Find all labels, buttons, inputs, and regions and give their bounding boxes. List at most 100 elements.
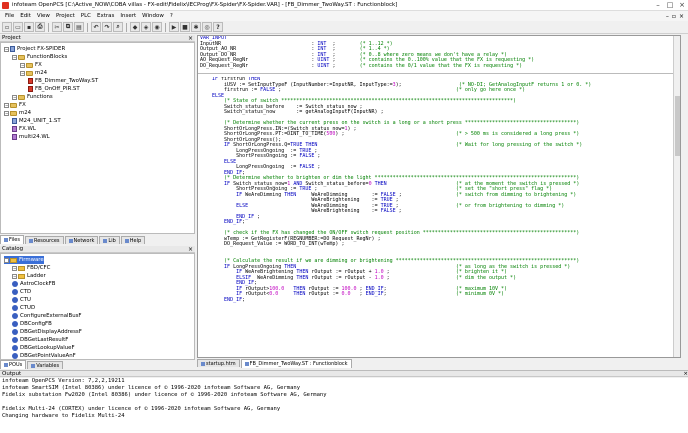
mdi-minimize-icon[interactable]: – [666,13,669,20]
catalog-node[interactable]: − Ladder [12,272,46,280]
catalog-node[interactable]: CTUD [12,304,35,312]
declaration-line: DO_Request_RegNr : UINT ; (* contains th… [200,62,523,69]
code-line: END_IF; [224,296,246,303]
redo-icon[interactable]: ↷ [102,22,112,32]
catalog-node[interactable]: AstroClockFB [12,280,55,288]
expand-toggle-icon[interactable]: − [12,265,17,271]
expand-toggle-icon[interactable]: − [20,70,25,76]
menu-extras[interactable]: Extras [94,13,117,19]
build-icon[interactable]: ◈ [141,22,151,32]
project-node[interactable]: − FX [4,101,26,109]
output-line: infoteam SmartSIM (Intel 80386) under li… [2,385,301,391]
project-node[interactable]: − m24 [4,109,31,117]
menu-insert[interactable]: Insert [117,13,139,19]
project-node[interactable]: − m24 [20,69,47,77]
tab-pous[interactable]: POUs [0,360,27,369]
catalog-tabs: POUs Variables [0,360,195,369]
menu-file[interactable]: File [2,13,17,19]
node-label: ConfigureExternalBusF [20,313,82,319]
expand-toggle-icon[interactable]: − [12,54,17,60]
code-section[interactable]: IF firstrun THEN iUSV := SetInputTypeF (… [198,77,680,357]
compile-icon[interactable]: ◆ [130,22,140,32]
tab-icon [4,238,8,242]
panel-close-icon[interactable]: × [188,246,195,253]
stop-icon[interactable]: ■ [180,22,190,32]
minimize-icon[interactable]: – [652,0,664,11]
menu-view[interactable]: View [34,13,53,19]
expand-toggle-icon[interactable]: − [12,94,17,100]
project-tree[interactable]: − Project FX-SPIDER − FunctionBlocks − FX − m24… [0,42,195,234]
expand-toggle-icon[interactable]: − [4,46,9,52]
project-node[interactable]: M24_UNIT_1.ST [12,117,61,125]
copy-icon[interactable]: ⧉ [63,22,73,32]
catalog-node[interactable]: − Firmware [4,256,44,264]
menu-project[interactable]: Project [53,13,78,19]
tab-startup-htm[interactable]: startup.htm [197,359,240,367]
tab-files[interactable]: Files [0,235,24,244]
expand-toggle-icon[interactable]: − [4,102,9,108]
catalog-tree[interactable]: − Firmware − FBD/CFC − Ladder AstroClockFB CTD C… [0,253,195,360]
project-node[interactable]: − Project FX-SPIDER [4,45,65,53]
print-icon[interactable]: ⎙ [35,22,45,32]
catalog-node[interactable]: − FBD/CFC [12,264,50,272]
project-node[interactable]: − FunctionBlocks [12,53,67,61]
tab-variables[interactable]: Variables [27,361,64,369]
tab-icon [124,238,129,243]
catalog-node[interactable]: DBConfigFB [12,320,52,328]
watch-icon[interactable]: ◎ [202,22,212,32]
project-node[interactable]: FB_OnOff_PIR.ST [28,85,80,93]
project-node[interactable]: FB_Dimmer_TwoWay.ST [28,77,98,85]
tab-network[interactable]: Network [64,236,99,244]
tab-label: Lib [108,237,116,244]
run-icon[interactable]: ▶ [169,22,179,32]
catalog-node[interactable]: ConfigureExternalBusF [12,312,82,320]
tab-help[interactable]: Help [120,236,146,244]
help-icon[interactable]: ? [213,22,223,32]
tab-resources[interactable]: Resources [24,236,64,244]
catalog-node[interactable]: CTD [12,288,31,296]
project-node[interactable]: − Functions [12,93,53,101]
expand-toggle-icon[interactable]: − [4,257,9,263]
menu-plc[interactable]: PLC [78,13,94,19]
maximize-icon[interactable]: □ [664,0,676,11]
catalog-node[interactable]: DBGetDisplayAddressF [12,328,82,336]
node-label: CTD [20,289,32,295]
mdi-restore-icon[interactable]: ▫ [672,13,676,20]
save-icon[interactable]: ▪ [24,22,34,32]
mdi-close-icon[interactable]: × [679,13,684,20]
output-line: infoteam OpenPCS Version: 7,2,2,19211 [2,378,125,384]
catalog-node[interactable]: DBGetPointValueAnF [12,352,76,359]
expand-toggle-icon[interactable]: − [12,273,17,279]
debug-icon[interactable]: ✱ [191,22,201,32]
online-icon[interactable]: ◉ [152,22,162,32]
paste-icon[interactable]: ▤ [74,22,84,32]
panel-close-icon[interactable]: × [188,35,195,42]
undo-icon[interactable]: ↶ [91,22,101,32]
project-node[interactable]: multi24.WL [12,133,50,141]
tab-fb-dimmer-twoway-st-functionblock[interactable]: FB_Dimmer_TwoWay.ST : Functionblock [240,359,352,368]
code-editor[interactable]: VAR_INPUT InputNR : INT ; (* 1..12 *) Outp… [197,35,681,358]
menu-window[interactable]: Window [139,13,167,19]
tab-label: Variables [36,362,60,369]
expand-toggle-icon[interactable]: − [20,62,25,68]
project-node[interactable]: − FX [20,61,42,69]
close-icon[interactable]: × [676,0,688,11]
find-icon[interactable]: ⌕ [113,22,123,32]
declaration-section[interactable]: VAR_INPUT InputNR : INT ; (* 1..12 *) Outp… [198,36,680,74]
toolbar-separator [48,22,49,32]
new-icon[interactable]: ▫ [2,22,12,32]
catalog-node[interactable]: DBGetLookupValueF [12,344,75,352]
editor-scrollbar[interactable] [673,36,680,357]
menu-help[interactable]: ? [167,13,176,19]
scroll-thumb[interactable] [675,96,680,156]
expand-toggle-icon[interactable]: − [4,110,9,116]
panel-close-icon[interactable]: × [683,371,688,377]
tab-lib[interactable]: Lib [99,236,120,244]
project-node[interactable]: FX.WL [12,125,36,133]
catalog-node[interactable]: DBGetLastResultF [12,336,68,344]
editor-tabs: startup.htm FB_Dimmer_TwoWay.ST : Functio… [197,359,681,369]
open-icon[interactable]: ▭ [13,22,23,32]
menu-edit[interactable]: Edit [17,13,34,19]
cut-icon[interactable]: ✂ [52,22,62,32]
catalog-node[interactable]: CTU [12,296,31,304]
